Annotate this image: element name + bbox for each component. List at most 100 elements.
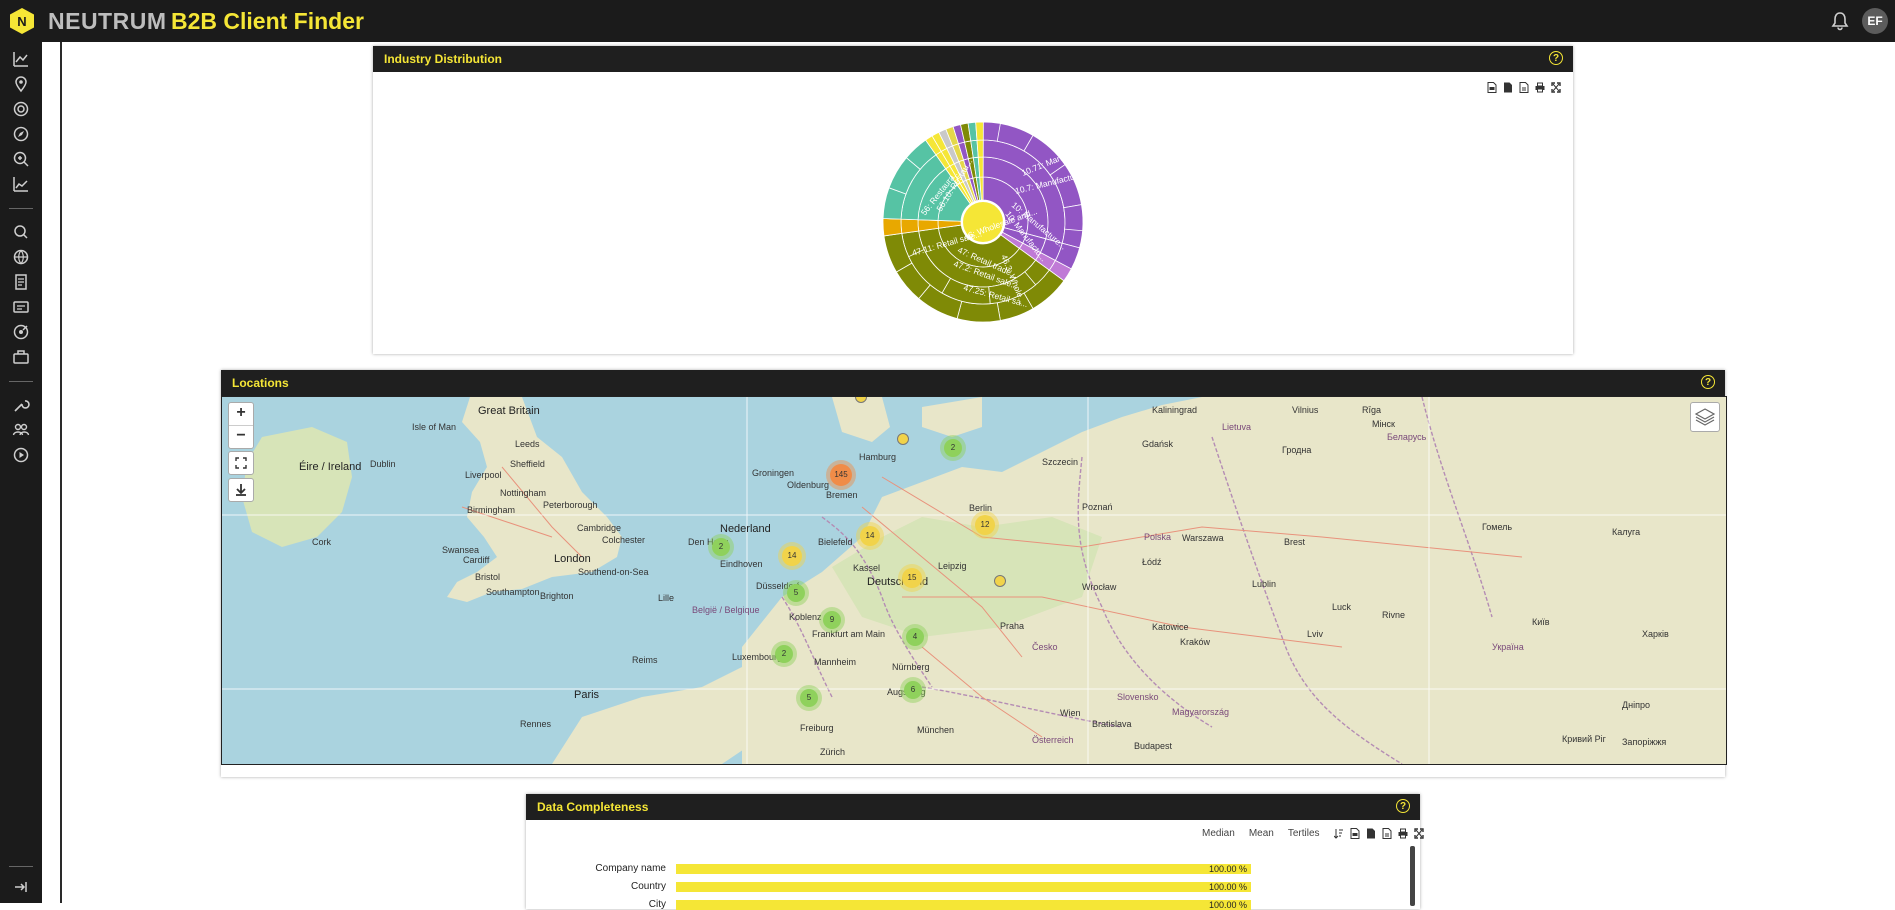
sunburst-slice[interactable] [976,139,984,158]
zoom-in-button[interactable]: + [229,403,253,426]
map-cluster-marker[interactable]: 2 [712,538,730,556]
map-cluster-marker[interactable]: 9 [823,611,841,629]
map-place-label: Wien [1060,708,1081,718]
map-point-marker[interactable] [897,433,909,445]
completeness-row-label: Company name [595,863,666,874]
bell-icon[interactable] [1830,11,1850,31]
locations-map[interactable]: Great Britain Isle of Man Leeds Sheffiel… [221,396,1727,765]
help-icon[interactable]: ? [1396,799,1410,813]
map-place-label: Brighton [540,591,574,601]
map-place-label: Дніпро [1622,700,1650,710]
chart-line-icon[interactable] [11,49,31,69]
sunburst-slice[interactable] [900,218,920,234]
scrollbar[interactable] [1410,846,1415,906]
industry-distribution-panel: Industry Distribution ? 10.71: Manufactu… [373,46,1573,354]
map-cluster-marker[interactable]: 145 [830,464,852,486]
tertiles-button[interactable]: Tertiles [1288,828,1320,839]
users-icon[interactable] [11,420,31,440]
layers-icon [1694,408,1716,426]
target-alt-icon[interactable] [11,322,31,342]
logout-icon[interactable] [11,877,31,897]
fullscreen-icon[interactable] [1551,82,1561,93]
map-place-label: Калуга [1612,527,1641,537]
wrench-icon[interactable] [11,395,31,415]
trend-icon[interactable] [11,174,31,194]
map-cluster-marker[interactable]: 14 [782,546,802,566]
print-icon[interactable] [1535,82,1545,93]
map-place-label: Nürnberg [892,662,930,672]
expand-icon [235,457,247,469]
export-pdf-icon[interactable] [1519,82,1529,93]
sunburst-slice[interactable] [975,121,984,141]
map-place-label: Zürich [820,747,846,757]
map-cluster-marker[interactable]: 12 [975,515,995,535]
help-icon[interactable]: ? [1549,51,1563,65]
fullscreen-icon[interactable] [1413,828,1424,839]
map-cluster-marker[interactable]: 5 [787,584,805,602]
sort-icon[interactable] [1333,828,1344,839]
map-place-label: Éire / Ireland [299,461,362,473]
map-cluster-marker[interactable]: 4 [906,628,924,646]
map-cluster-marker[interactable]: 5 [800,689,818,707]
sunburst-slice[interactable] [882,218,903,237]
map-place-label: Гомель [1482,522,1513,532]
globe-icon[interactable] [11,247,31,267]
map-place-label: Мінск [1372,419,1395,429]
completeness-bar[interactable] [676,900,1251,910]
map-place-label: München [917,725,955,735]
fullscreen-map-button[interactable] [228,451,254,475]
map-place-label: Nederland [720,523,771,535]
map-place-label: Berlin [969,503,993,513]
map-place-label: Запоріжжя [1622,737,1667,747]
map-place-label: Kaliningrad [1152,405,1198,415]
industry-sunburst-chart[interactable]: 10.71: Manufactur... 10.7: Manufacture..… [853,106,1113,346]
search-icon[interactable] [11,222,31,242]
completeness-bar[interactable] [676,882,1251,892]
sunburst-slice[interactable] [1063,204,1084,232]
id-card-icon[interactable] [11,297,31,317]
document-icon[interactable] [11,272,31,292]
print-icon[interactable] [1398,828,1408,839]
export-pdf-icon[interactable] [1382,828,1392,839]
median-button[interactable]: Median [1202,828,1235,839]
map-place-label: Colchester [602,535,646,545]
export-jpg-icon[interactable] [1366,828,1376,839]
target-icon[interactable] [11,99,31,119]
completeness-row-label: City [648,899,666,910]
map-cluster-marker[interactable]: 15 [902,568,922,588]
map-cluster-marker[interactable]: 6 [904,681,922,699]
map-cluster-marker[interactable]: 14 [860,526,880,546]
download-map-button[interactable] [228,478,254,502]
layers-button[interactable] [1690,402,1720,432]
completeness-bar[interactable] [676,864,1251,874]
export-png-icon[interactable] [1350,828,1360,839]
map-place-label: Rīga [1362,405,1382,415]
sidebar-divider [9,381,33,382]
map-point-marker[interactable] [994,575,1006,587]
brand-name: NEUTRUM [48,8,167,34]
neutrum-logo-icon[interactable]: N [10,8,34,34]
map-place-label: Lublin [1252,579,1277,589]
map-place-label: Беларусь [1387,432,1427,442]
completeness-value: 100.00 % [1209,900,1248,910]
map-pin-icon[interactable] [11,74,31,94]
play-icon[interactable] [11,445,31,465]
app-title: B2B Client Finder [171,8,364,34]
map-place-label: Reims [632,655,658,665]
user-avatar[interactable]: EF [1862,8,1888,34]
map-place-label: Rivne [1382,610,1406,620]
map-cluster-marker[interactable]: 2 [775,645,793,663]
search-zoom-icon[interactable] [11,149,31,169]
map-place-label: Hamburg [859,452,897,462]
sidebar-divider [9,866,33,867]
help-icon[interactable]: ? [1701,375,1715,389]
zoom-out-button[interactable]: − [229,426,253,448]
map-cluster-marker[interactable]: 2 [944,439,962,457]
map-place-label: Slovensko [1117,692,1159,702]
compass-icon[interactable] [11,124,31,144]
map-place-label: Kassel [853,563,881,573]
briefcase-icon[interactable] [11,347,31,367]
export-png-icon[interactable] [1487,82,1497,93]
export-jpg-icon[interactable] [1503,82,1513,93]
mean-button[interactable]: Mean [1249,828,1274,839]
